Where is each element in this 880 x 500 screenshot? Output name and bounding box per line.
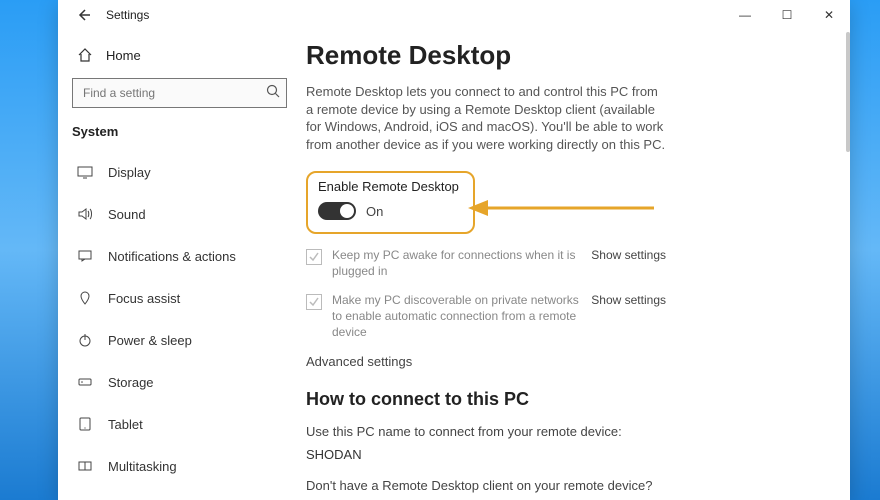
maximize-button[interactable]: ☐ <box>766 0 808 30</box>
settings-window: Settings — ☐ ✕ Home System <box>58 0 850 500</box>
home-nav[interactable]: Home <box>72 38 292 72</box>
scrollbar[interactable] <box>846 30 850 500</box>
how-to-connect-text: Use this PC name to connect from your re… <box>306 424 822 439</box>
window-controls: — ☐ ✕ <box>724 0 850 30</box>
page-description: Remote Desktop lets you connect to and c… <box>306 83 666 153</box>
keep-awake-checkbox[interactable] <box>306 249 322 265</box>
nav-storage[interactable]: Storage <box>72 365 292 399</box>
show-settings-link-2[interactable]: Show settings <box>591 293 666 307</box>
sidebar: Home System Display Sound Notifications … <box>58 30 306 500</box>
nav-tablet[interactable]: Tablet <box>72 407 292 441</box>
page-title: Remote Desktop <box>306 40 822 71</box>
client-question-link[interactable]: Don't have a Remote Desktop client on yo… <box>306 478 822 493</box>
home-icon <box>76 46 94 64</box>
keep-awake-row: Keep my PC awake for connections when it… <box>306 248 666 279</box>
search-icon <box>265 83 281 104</box>
nav-label: Display <box>108 165 151 180</box>
tablet-icon <box>76 415 94 433</box>
nav-label: Focus assist <box>108 291 180 306</box>
titlebar: Settings — ☐ ✕ <box>58 0 850 30</box>
nav-label: Sound <box>108 207 146 222</box>
callout-arrow-icon <box>466 196 656 225</box>
scrollbar-thumb[interactable] <box>846 32 850 152</box>
sound-icon <box>76 205 94 223</box>
power-icon <box>76 331 94 349</box>
nav-sound[interactable]: Sound <box>72 197 292 231</box>
toggle-row: On <box>318 202 459 220</box>
nav-focus-assist[interactable]: Focus assist <box>72 281 292 315</box>
search-input[interactable] <box>72 78 287 108</box>
nav-projecting[interactable]: Projecting to this PC <box>72 491 292 500</box>
minimize-button[interactable]: — <box>724 0 766 30</box>
nav-label: Multitasking <box>108 459 177 474</box>
pc-name: SHODAN <box>306 447 822 462</box>
toggle-knob <box>340 204 354 218</box>
enable-remote-desktop-toggle[interactable] <box>318 202 356 220</box>
nav-multitasking[interactable]: Multitasking <box>72 449 292 483</box>
storage-icon <box>76 373 94 391</box>
search-box[interactable] <box>72 78 287 108</box>
enable-remote-desktop-group: Enable Remote Desktop On <box>306 171 475 234</box>
toggle-state: On <box>366 204 383 219</box>
nav-display[interactable]: Display <box>72 155 292 189</box>
toggle-label: Enable Remote Desktop <box>318 179 459 194</box>
nav-notifications[interactable]: Notifications & actions <box>72 239 292 273</box>
close-button[interactable]: ✕ <box>808 0 850 30</box>
discoverable-checkbox[interactable] <box>306 294 322 310</box>
discoverable-label: Make my PC discoverable on private netwo… <box>332 293 581 340</box>
nav-label: Storage <box>108 375 154 390</box>
multitask-icon <box>76 457 94 475</box>
nav-label: Tablet <box>108 417 143 432</box>
main-panel: Remote Desktop Remote Desktop lets you c… <box>306 30 850 500</box>
nav-power-sleep[interactable]: Power & sleep <box>72 323 292 357</box>
focus-icon <box>76 289 94 307</box>
discoverable-row: Make my PC discoverable on private netwo… <box>306 293 666 340</box>
notifications-icon <box>76 247 94 265</box>
content-area: Home System Display Sound Notifications … <box>58 30 850 500</box>
group-system: System <box>72 124 292 139</box>
display-icon <box>76 163 94 181</box>
keep-awake-label: Keep my PC awake for connections when it… <box>332 248 581 279</box>
show-settings-link-1[interactable]: Show settings <box>591 248 666 262</box>
nav-label: Notifications & actions <box>108 249 236 264</box>
advanced-settings-link[interactable]: Advanced settings <box>306 354 822 369</box>
window-title: Settings <box>106 8 149 22</box>
how-to-connect-title: How to connect to this PC <box>306 389 822 410</box>
home-label: Home <box>106 48 141 63</box>
nav-label: Power & sleep <box>108 333 192 348</box>
back-button[interactable] <box>72 4 94 26</box>
